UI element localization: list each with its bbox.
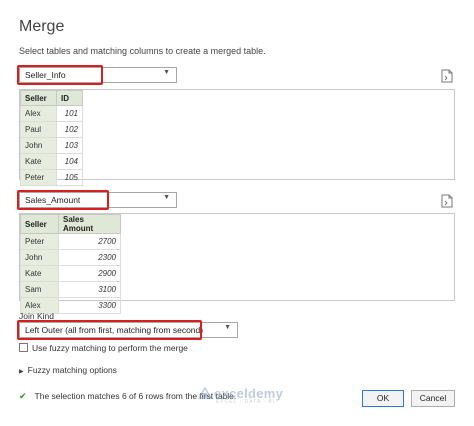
fuzzy-options-expander[interactable]: ▶ Fuzzy matching options: [19, 365, 117, 375]
table-row: John 2300: [20, 249, 121, 266]
second-table-preview: Seller Sales Amount Peter 2700 John 2300…: [19, 213, 455, 314]
cancel-button[interactable]: Cancel: [411, 390, 455, 407]
first-table-preview: Seller ID Alex 101 Paul 102 John 103 Kat…: [19, 89, 455, 186]
fuzzy-matching-label: Use fuzzy matching to perform the merge: [32, 343, 188, 353]
watermark: exceldemy EXCEL · DATA · BI: [197, 386, 283, 405]
table-row: Kate 2900: [20, 265, 121, 282]
cell: Kate: [20, 153, 57, 170]
cell: 3100: [58, 281, 121, 298]
second-table-highlight: [17, 190, 109, 210]
table-row: Sam 3100: [20, 281, 121, 298]
column-header-id[interactable]: ID: [56, 90, 83, 106]
column-header-seller[interactable]: Seller: [20, 214, 59, 234]
table-row: Peter 105: [20, 169, 83, 186]
second-table-grid: Seller Sales Amount Peter 2700 John 2300…: [20, 214, 121, 314]
checkmark-icon: ✔: [19, 391, 27, 401]
cell: 2300: [58, 249, 121, 266]
cell: 102: [56, 121, 83, 138]
file-preview-icon[interactable]: [441, 69, 453, 83]
chevron-down-icon: ▼: [224, 324, 231, 331]
chevron-down-icon: ▼: [163, 194, 170, 201]
cell: John: [20, 137, 57, 154]
table-row: Paul 102: [20, 121, 83, 138]
cell: 103: [56, 137, 83, 154]
watermark-tagline: EXCEL · DATA · BI: [216, 399, 276, 405]
file-preview-icon[interactable]: [441, 194, 453, 208]
cell: Peter: [20, 169, 57, 186]
cell: John: [20, 249, 59, 266]
join-kind-highlight: [17, 320, 202, 340]
first-table-highlight: [17, 65, 103, 85]
first-table-grid: Seller ID Alex 101 Paul 102 John 103 Kat…: [20, 90, 83, 186]
ok-button[interactable]: OK: [362, 390, 404, 407]
triangle-right-icon: ▶: [19, 369, 24, 375]
table-row: Alex 101: [20, 105, 83, 122]
cell: Paul: [20, 121, 57, 138]
logo-icon: [197, 386, 213, 399]
cell: 101: [56, 105, 83, 122]
dialog-title: Merge: [19, 18, 65, 35]
cell: Kate: [20, 265, 59, 282]
cell: Peter: [20, 233, 59, 250]
dialog-subtitle: Select tables and matching columns to cr…: [19, 46, 266, 56]
fuzzy-options-label: Fuzzy matching options: [27, 365, 117, 375]
table-row: Kate 104: [20, 153, 83, 170]
column-header-sales-amount[interactable]: Sales Amount: [58, 214, 121, 234]
column-header-seller[interactable]: Seller: [20, 90, 57, 106]
cell: Sam: [20, 281, 59, 298]
chevron-down-icon: ▼: [163, 69, 170, 76]
cell: 2700: [58, 233, 121, 250]
cell: Alex: [20, 105, 57, 122]
cell: 104: [56, 153, 83, 170]
cell: 2900: [58, 265, 121, 282]
cell: 105: [56, 169, 83, 186]
table-row: John 103: [20, 137, 83, 154]
fuzzy-matching-checkbox[interactable]: [19, 343, 28, 352]
cell: 3300: [58, 297, 121, 314]
table-row: Peter 2700: [20, 233, 121, 250]
